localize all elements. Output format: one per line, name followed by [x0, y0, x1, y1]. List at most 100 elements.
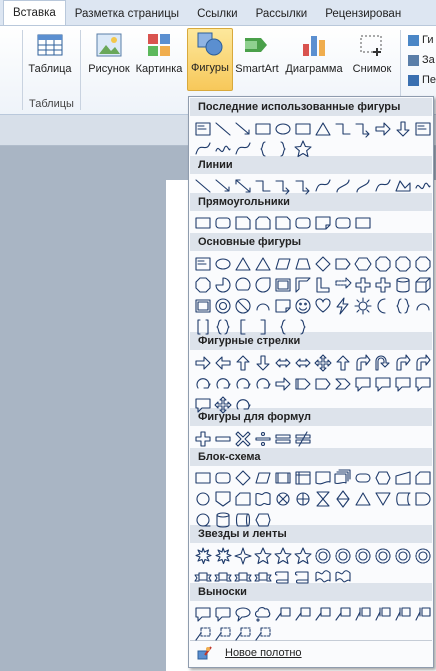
shape-textbox-icon[interactable]: [413, 119, 433, 139]
shape-wave-icon[interactable]: [333, 567, 353, 587]
shape-storage-icon[interactable]: [393, 489, 413, 509]
shape-predef-icon[interactable]: [273, 468, 293, 488]
shape-linecallout-icon[interactable]: [273, 604, 293, 624]
shape-rbracket-icon[interactable]: [253, 317, 273, 337]
shape-dashcallout-icon[interactable]: [193, 624, 213, 644]
shape-circular-icon[interactable]: [233, 374, 253, 394]
shape-burst-icon[interactable]: [193, 546, 213, 566]
shape-burst-icon[interactable]: [213, 546, 233, 566]
tab-review[interactable]: Рецензирован: [316, 3, 410, 25]
shape-rarrow-icon[interactable]: [273, 374, 293, 394]
shape-circular-icon[interactable]: [193, 374, 213, 394]
table-button[interactable]: Таблица: [28, 30, 72, 75]
shape-circular-icon[interactable]: [233, 395, 253, 415]
shape-starn-icon[interactable]: [313, 546, 333, 566]
shape-or-icon[interactable]: [293, 489, 313, 509]
shape-moon-icon[interactable]: [373, 296, 393, 316]
shape-quad-icon[interactable]: [313, 353, 333, 373]
shape-curve-icon[interactable]: [233, 139, 253, 159]
shape-callout-icon[interactable]: [193, 604, 213, 624]
shape-darrow-icon[interactable]: [393, 119, 413, 139]
shape-lrarrow-icon[interactable]: [273, 353, 293, 373]
shape-tri-icon[interactable]: [253, 254, 273, 274]
shape-scroll-icon[interactable]: [293, 567, 313, 587]
shape-drum-icon[interactable]: [233, 510, 253, 530]
shape-dashcallout-icon[interactable]: [253, 624, 273, 644]
shape-rarrow-icon[interactable]: [373, 119, 393, 139]
shape-diamond-icon[interactable]: [233, 468, 253, 488]
shape-starn-icon[interactable]: [333, 546, 353, 566]
shape-scroll-icon[interactable]: [273, 567, 293, 587]
shape-chord-icon[interactable]: [233, 275, 253, 295]
bookmark-item[interactable]: За: [408, 54, 435, 66]
shape-bend-icon[interactable]: [413, 353, 433, 373]
shape-rect-icon[interactable]: [293, 119, 313, 139]
shape-elbowarrow-icon[interactable]: [353, 119, 373, 139]
shape-frame-icon[interactable]: [273, 275, 293, 295]
shape-oct-icon[interactable]: [393, 254, 413, 274]
shape-pentagon-icon[interactable]: [313, 374, 333, 394]
shape-arc-icon[interactable]: [253, 296, 273, 316]
shape-tri-icon[interactable]: [313, 119, 333, 139]
shape-sort-icon[interactable]: [333, 489, 353, 509]
shape-delay-icon[interactable]: [413, 489, 433, 509]
shape-rect-icon[interactable]: [193, 468, 213, 488]
shape-tri-icon[interactable]: [233, 254, 253, 274]
cross-reference-item[interactable]: Пе: [408, 74, 436, 86]
shape-elbow-icon[interactable]: [253, 176, 273, 196]
shape-dashcallout-icon[interactable]: [213, 624, 233, 644]
screenshot-button[interactable]: Снимок: [347, 30, 397, 75]
shape-rbrace-icon[interactable]: [273, 139, 293, 159]
shape-collate-icon[interactable]: [313, 489, 333, 509]
shape-bend-icon[interactable]: [353, 353, 373, 373]
shape-star4-icon[interactable]: [233, 546, 253, 566]
shape-pentagon-icon[interactable]: [333, 254, 353, 274]
shape-elbow-icon[interactable]: [333, 119, 353, 139]
shape-display-icon[interactable]: [253, 510, 273, 530]
shape-pie-icon[interactable]: [213, 275, 233, 295]
shape-minus-icon[interactable]: [213, 429, 233, 449]
smartart-button[interactable]: SmartArt: [234, 30, 280, 75]
shape-roundcallout-icon[interactable]: [213, 604, 233, 624]
shape-ribbon-icon[interactable]: [233, 567, 253, 587]
shape-frame-icon[interactable]: [193, 296, 213, 316]
shape-uturn-icon[interactable]: [373, 353, 393, 373]
shape-merge-icon[interactable]: [373, 489, 393, 509]
shape-circle-icon[interactable]: [193, 489, 213, 509]
shape-oval-icon[interactable]: [273, 119, 293, 139]
shape-ribbon-icon[interactable]: [213, 567, 233, 587]
shape-uarrow-icon[interactable]: [233, 353, 253, 373]
shape-lbrace-icon[interactable]: [273, 317, 293, 337]
shape-oct-icon[interactable]: [193, 275, 213, 295]
shape-callout-icon[interactable]: [193, 395, 213, 415]
shape-ovalcallout-icon[interactable]: [233, 604, 253, 624]
shape-manual-icon[interactable]: [393, 468, 413, 488]
shape-callout-icon[interactable]: [373, 374, 393, 394]
shape-strip-icon[interactable]: [333, 275, 353, 295]
shape-line-icon[interactable]: [213, 119, 233, 139]
shape-barcallout-icon[interactable]: [353, 604, 373, 624]
shape-barcallout-icon[interactable]: [393, 604, 413, 624]
shape-cyl-icon[interactable]: [393, 275, 413, 295]
shape-teardrop-icon[interactable]: [253, 275, 273, 295]
shape-callout-icon[interactable]: [353, 374, 373, 394]
shape-offpage-icon[interactable]: [213, 489, 233, 509]
shape-lbrace-icon[interactable]: [253, 139, 273, 159]
shape-round-icon[interactable]: [213, 213, 233, 233]
shape-hex-icon[interactable]: [353, 254, 373, 274]
shape-trap-icon[interactable]: [293, 254, 313, 274]
shape-starn-icon[interactable]: [353, 546, 373, 566]
shape-diamond-icon[interactable]: [313, 254, 333, 274]
shape-prep-icon[interactable]: [373, 468, 393, 488]
shape-barcallout-icon[interactable]: [413, 604, 433, 624]
shape-intstore-icon[interactable]: [293, 468, 313, 488]
shape-linecallout-icon[interactable]: [293, 604, 313, 624]
shape-starn-icon[interactable]: [413, 546, 433, 566]
shape-lbracket-icon[interactable]: [233, 317, 253, 337]
shape-heart-icon[interactable]: [313, 296, 333, 316]
shape-textbox-icon[interactable]: [193, 254, 213, 274]
shape-elbowarrow-icon[interactable]: [273, 176, 293, 196]
shape-star5-icon[interactable]: [293, 546, 313, 566]
shape-oct-icon[interactable]: [413, 254, 433, 274]
clipart-button[interactable]: Картинка: [134, 30, 184, 75]
